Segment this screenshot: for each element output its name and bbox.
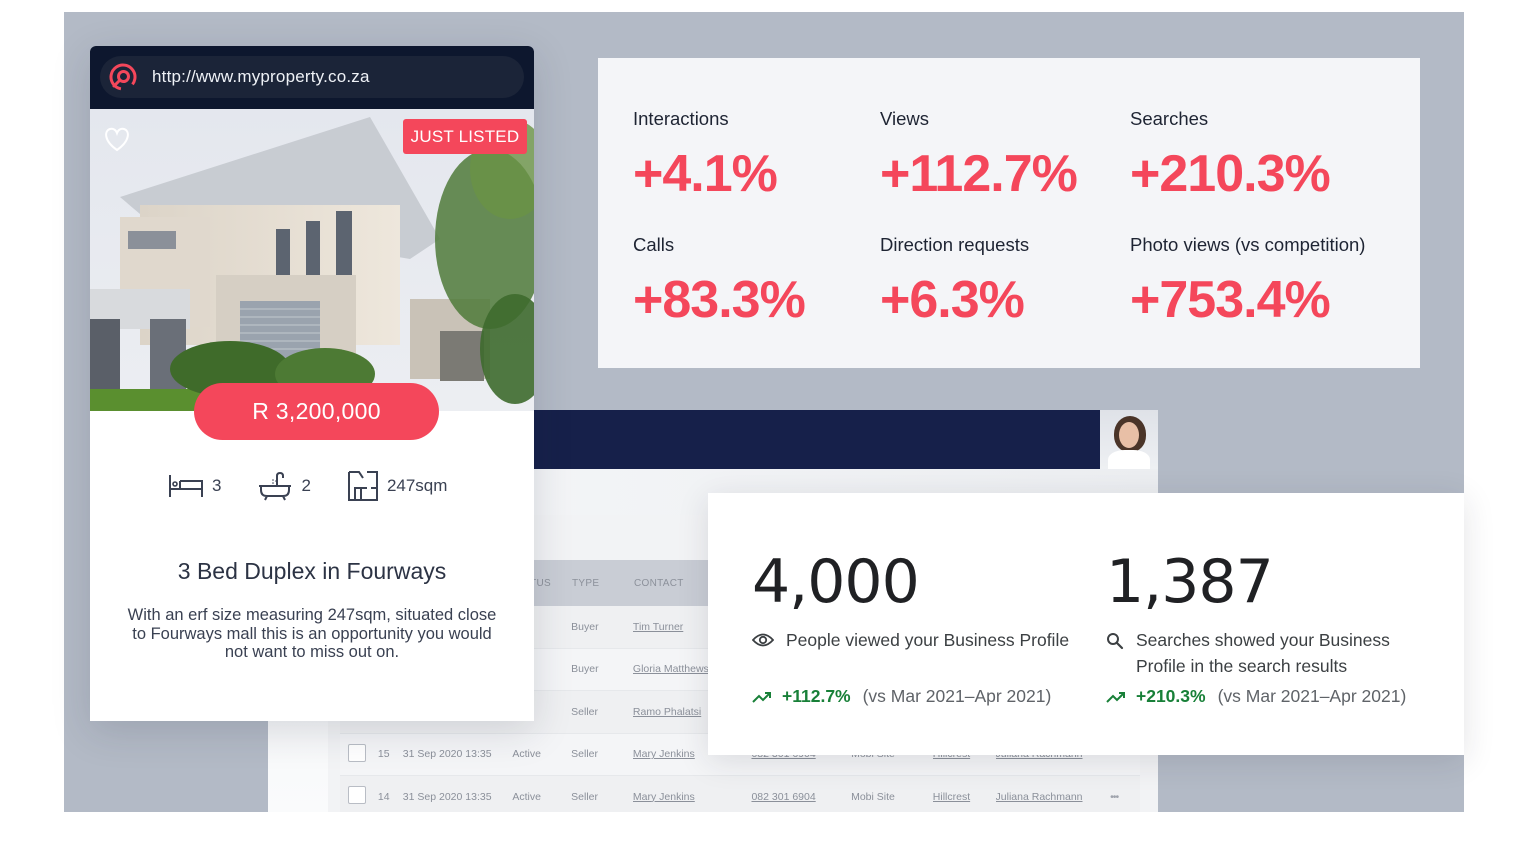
floor-size: 247sqm (347, 470, 447, 502)
trending-up-icon (1106, 691, 1125, 703)
cell-agent[interactable]: Juliana Rachmann (996, 791, 1111, 803)
stat-value: +112.7% (880, 145, 1078, 203)
stat-label: Photo views (vs competition) (1130, 234, 1366, 255)
cell-phone[interactable]: 082 301 6904 (751, 791, 851, 803)
stat-photo-views: Photo views (vs competition) +753.4% (1130, 234, 1365, 330)
profile-searches-number: 1,387 (1106, 547, 1274, 617)
row-checkbox-cell (340, 786, 378, 807)
table-row[interactable]: 14 31 Sep 2020 13:35 Active Seller Mary Jenk… (340, 776, 1140, 812)
stat-label: Direction requests (880, 234, 1030, 255)
profile-searches-label-row: Searches showed your Business Profile in… (1106, 627, 1426, 679)
user-avatar[interactable] (1100, 410, 1158, 469)
bed-icon (169, 475, 203, 497)
profile-views-change: +112.7% (782, 686, 851, 706)
profile-searches-trend: +210.3% (vs Mar 2021–Apr 2021) (1106, 686, 1406, 707)
profile-views-trend: +112.7% (vs Mar 2021–Apr 2021) (752, 686, 1051, 707)
business-profile-insights: 4,000 People viewed your Business Profil… (708, 493, 1464, 755)
cell-source: Mobi Site (851, 790, 895, 803)
stat-searches: Searches +210.3% (1130, 108, 1331, 204)
bedrooms: 3 (168, 473, 221, 499)
profile-views-label: People viewed your Business Profile (786, 630, 1070, 650)
bathrooms-count: 2 (301, 476, 311, 495)
bedrooms-count: 3 (212, 476, 222, 495)
cell-type: Seller (571, 705, 599, 718)
floor-size-value: 247sqm (386, 476, 448, 495)
stat-direction-requests: Direction requests +6.3% (880, 234, 1029, 330)
url-text: http://www.myproperty.co.za (152, 67, 370, 86)
cell-date: 31 Sep 2020 13:35 (402, 748, 492, 761)
cell-status: Active (512, 790, 541, 803)
cell-id: 15 (377, 748, 390, 761)
profile-views-label-row: People viewed your Business Profile (752, 627, 1082, 653)
stat-interactions: Interactions +4.1% (633, 108, 778, 204)
url-bar[interactable]: http://www.myproperty.co.za (100, 56, 524, 98)
cell-id: 14 (377, 790, 390, 803)
eye-icon (752, 633, 774, 647)
cell-date: 31 Sep 2020 13:35 (402, 790, 492, 803)
cell-type: Buyer (571, 620, 599, 633)
listing-description: With an erf size measuring 247sqm, situa… (127, 606, 497, 661)
cell-type: Seller (571, 748, 599, 761)
property-photo[interactable]: JUST LISTED (90, 109, 534, 411)
price-button[interactable]: R 3,200,000 (194, 383, 439, 440)
profile-views-period: (vs Mar 2021–Apr 2021) (862, 686, 1052, 706)
cell-area[interactable]: Hillcrest (933, 791, 996, 803)
profile-views-number: 4,000 (752, 547, 920, 617)
stat-value: +210.3% (1130, 145, 1331, 203)
floorplan-icon (347, 471, 378, 501)
search-icon (1107, 633, 1124, 650)
cell-status: Active (512, 748, 541, 761)
myproperty-logo-icon (109, 63, 137, 91)
stat-calls: Calls +83.3% (633, 234, 806, 330)
stat-label: Searches (1130, 108, 1209, 129)
stat-label: Calls (633, 234, 675, 255)
stat-label: Views (880, 108, 930, 129)
stat-value: +4.1% (633, 145, 778, 203)
listing-title[interactable]: 3 Bed Duplex in Fourways (90, 558, 534, 585)
row-more-button[interactable]: ••• (1110, 791, 1140, 803)
stat-value: +6.3% (880, 271, 1025, 329)
stat-value: +83.3% (633, 271, 806, 329)
cell-contact[interactable]: Mary Jenkins (633, 791, 752, 803)
heart-outline-icon[interactable] (102, 125, 132, 153)
profile-views-metric: 4,000 People viewed your Business Profil… (752, 493, 1082, 706)
performance-stats-panel: Interactions +4.1% Views +112.7% Searche… (598, 58, 1420, 368)
browser-bar: http://www.myproperty.co.za (90, 46, 534, 109)
cell-type: Buyer (571, 663, 599, 676)
stat-value: +753.4% (1130, 271, 1331, 329)
just-listed-badge: JUST LISTED (403, 119, 527, 154)
property-features: 3 2 247sqm (168, 470, 483, 502)
row-checkbox[interactable] (348, 786, 366, 805)
row-checkbox[interactable] (348, 743, 366, 762)
column-header-type[interactable]: TYPE (572, 578, 634, 589)
bathtub-icon (259, 471, 292, 501)
cell-type: Seller (571, 790, 599, 803)
bathrooms: 2 (257, 471, 311, 501)
property-listing-card: http://www.myproperty.co.za JUST LISTED … (90, 46, 534, 721)
trending-up-icon (752, 691, 771, 703)
profile-searches-metric: 1,387 Searches showed your Business Prof… (1106, 493, 1426, 706)
profile-searches-period: (vs Mar 2021–Apr 2021) (1217, 686, 1407, 706)
house-image (90, 109, 534, 411)
profile-searches-label: Searches showed your Business Profile in… (1136, 630, 1390, 676)
stat-views: Views +112.7% (880, 108, 1078, 204)
stat-label: Interactions (633, 108, 729, 129)
profile-searches-change: +210.3% (1136, 686, 1206, 706)
row-checkbox-cell (340, 743, 378, 765)
